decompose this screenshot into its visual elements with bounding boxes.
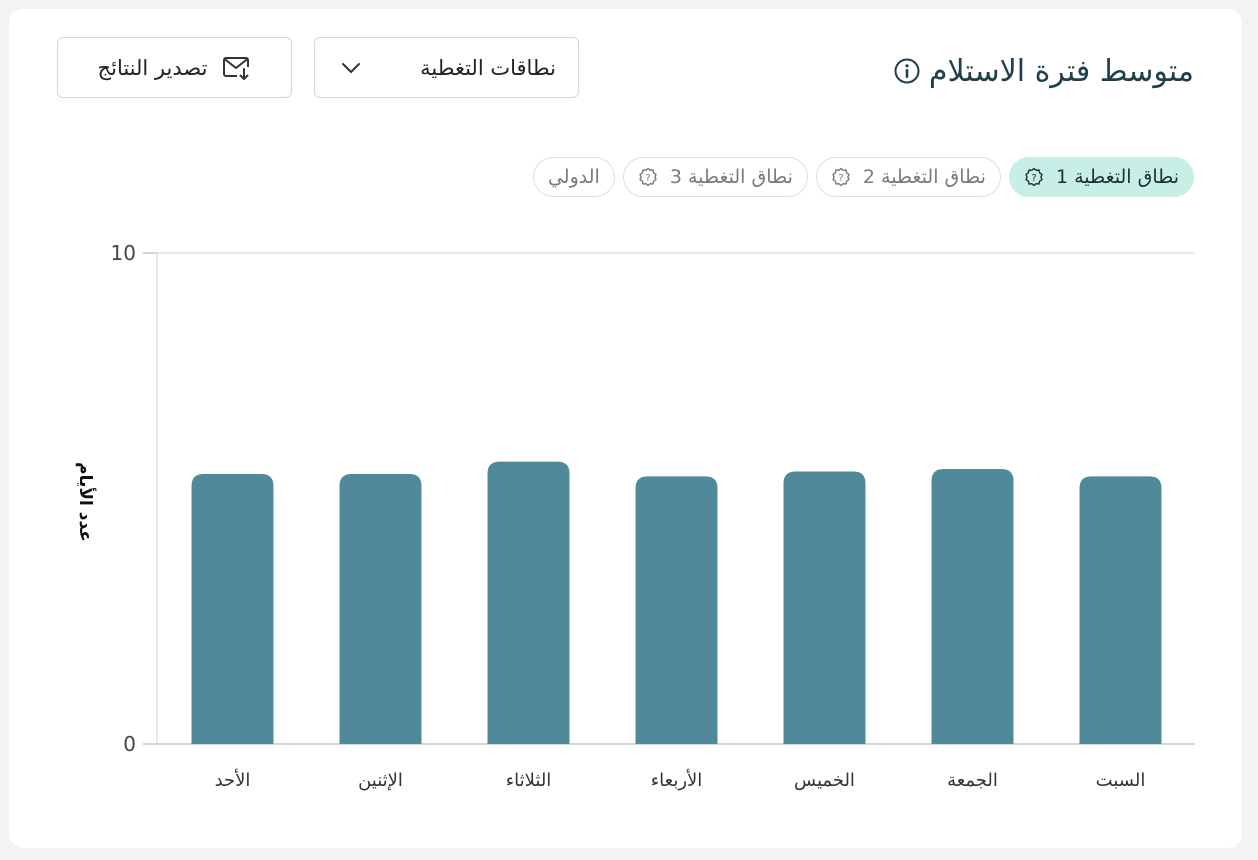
bar (487, 461, 570, 744)
x-tick-label: الأحد (215, 769, 251, 791)
y-axis-label: عدد الأيام (75, 462, 96, 542)
bar (339, 473, 422, 744)
x-tick-label: الجمعة (947, 770, 998, 791)
x-tick-label: الأربعاء (651, 769, 703, 791)
x-tick-label: السبت (1096, 770, 1146, 791)
bar (635, 476, 718, 744)
x-tick-label: الإثنين (358, 770, 403, 791)
bar (191, 473, 274, 744)
y-tick-label: 0 (123, 732, 136, 756)
x-tick-label: الثلاثاء (506, 770, 552, 791)
bar (783, 471, 866, 744)
bar-chart: 0 10 عدد الأيام الأحد الإثنين الثلاثاء الأربعا… (75, 241, 1195, 791)
x-tick-label: الخميس (794, 770, 855, 791)
bar (1079, 476, 1162, 744)
y-tick-label: 10 (111, 241, 136, 265)
bar (931, 469, 1014, 744)
